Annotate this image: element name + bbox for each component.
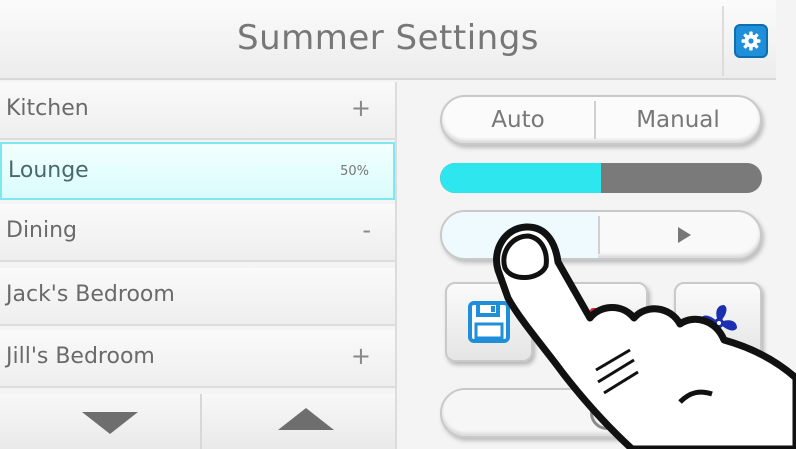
mode-auto-button[interactable]: Auto (442, 97, 594, 143)
playback-left-button[interactable] (442, 212, 598, 258)
room-value: 50% (340, 164, 369, 179)
stop-button[interactable] (560, 282, 648, 362)
panel-divider (395, 82, 397, 449)
fan-button[interactable] (674, 282, 762, 362)
fan-icon (701, 305, 737, 341)
list-nav (0, 394, 395, 449)
gear-icon (741, 31, 761, 51)
room-name: Lounge (8, 158, 89, 183)
bottom-toggle[interactable] (440, 388, 762, 438)
room-value: + (350, 342, 371, 370)
save-button[interactable] (445, 282, 533, 362)
room-item-jacks-bedroom[interactable]: Jack's Bedroom (0, 268, 395, 326)
triangle-down-icon (82, 412, 138, 434)
floppy-disk-icon (468, 301, 510, 343)
room-item-kitchen[interactable]: Kitchen + (0, 82, 395, 140)
room-value: - (362, 216, 371, 244)
room-name: Dining (6, 218, 78, 243)
mode-manual-button[interactable]: Manual (596, 97, 760, 143)
playback-control (440, 210, 762, 260)
room-name: Jack's Bedroom (6, 282, 175, 307)
level-progress-bar (440, 163, 762, 193)
header-bar: Summer Settings (0, 0, 776, 80)
progress-fill (440, 163, 601, 193)
play-icon (678, 227, 691, 243)
page-title: Summer Settings (236, 18, 540, 58)
room-name: Kitchen (6, 96, 89, 121)
scroll-down-button[interactable] (0, 394, 200, 449)
room-name: Jill's Bedroom (6, 344, 155, 369)
room-value: + (350, 94, 371, 122)
room-list: Kitchen + Lounge 50% Dining - Jack's Bed… (0, 82, 395, 449)
mode-toggle: Auto Manual (440, 95, 762, 145)
scroll-up-button[interactable] (202, 394, 395, 449)
room-item-lounge[interactable]: Lounge 50% (0, 142, 395, 200)
triangle-up-icon (278, 408, 334, 430)
toggle-knob (590, 396, 624, 430)
play-button[interactable] (600, 212, 760, 258)
app-screen: Summer Settings Kitchen + Lounge 50% Din… (0, 0, 796, 449)
room-item-jills-bedroom[interactable]: Jill's Bedroom + (0, 330, 395, 388)
stop-icon (590, 308, 620, 338)
header-divider (722, 6, 724, 76)
settings-button[interactable] (734, 24, 768, 58)
room-item-dining[interactable]: Dining - (0, 204, 395, 262)
